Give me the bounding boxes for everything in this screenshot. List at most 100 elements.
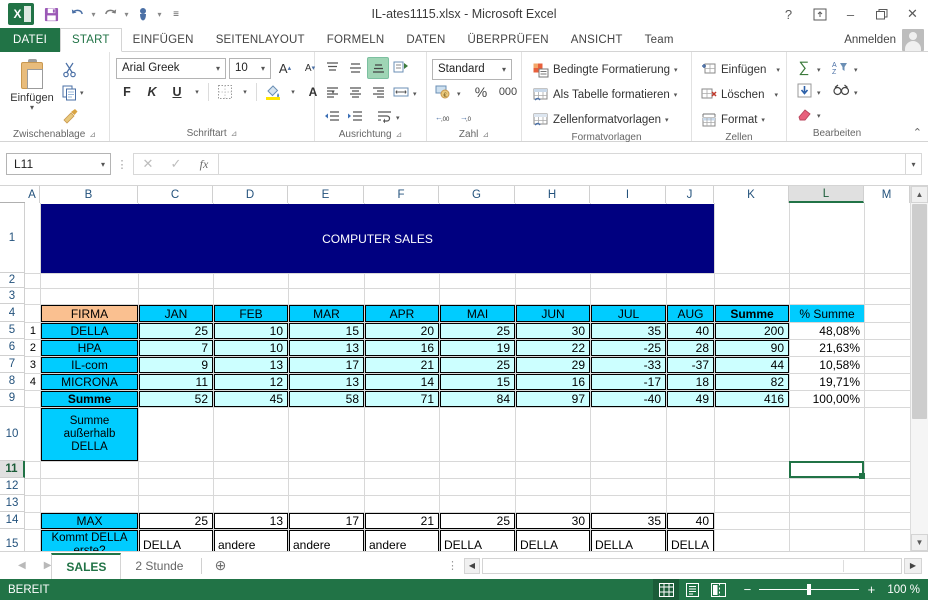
cell-hpa-feb[interactable]: 10 xyxy=(214,340,288,356)
cell-microna-apr[interactable]: 14 xyxy=(365,374,439,390)
column-header-j[interactable]: J xyxy=(666,186,714,203)
zoom-level-label[interactable]: 100 % xyxy=(877,584,920,596)
scroll-down-icon[interactable]: ▼ xyxy=(911,534,928,551)
tab-seitenlayout[interactable]: SEITENLAYOUT xyxy=(205,28,316,52)
font-launcher-icon[interactable]: ⊿ xyxy=(231,129,238,138)
row-header-15[interactable]: 15 xyxy=(0,529,25,551)
align-top-button[interactable] xyxy=(321,57,343,79)
row-header-2[interactable]: 2 xyxy=(0,273,25,288)
cell-microna-mai[interactable]: 15 xyxy=(440,374,515,390)
row-header-1[interactable]: 1 xyxy=(0,203,25,273)
sheet-bar-handle[interactable]: ⋮ xyxy=(447,559,464,572)
cell-pct-il-com[interactable]: 10,58% xyxy=(790,357,864,373)
cell-summe-aug[interactable]: 49 xyxy=(667,391,714,407)
close-icon[interactable]: ✕ xyxy=(897,0,928,28)
cell-pct-della[interactable]: 48,08% xyxy=(790,323,864,339)
merge-dropdown-icon[interactable]: ▾ xyxy=(413,91,417,98)
cell-il-com-jan[interactable]: 9 xyxy=(139,357,213,373)
underline-dropdown-icon[interactable]: ▾ xyxy=(195,88,199,96)
comma-style-button[interactable]: 000 xyxy=(495,81,521,103)
save-icon[interactable] xyxy=(38,1,64,27)
insert-cells-button[interactable]: Einfügen ▾ xyxy=(698,58,783,82)
cell-hpa-jul[interactable]: -25 xyxy=(591,340,666,356)
zoom-in-icon[interactable]: + xyxy=(865,582,877,597)
format-cells-dropdown-icon[interactable]: ▾ xyxy=(761,116,765,124)
normal-view-icon[interactable] xyxy=(653,579,680,600)
tab-team[interactable]: Team xyxy=(634,28,685,52)
header-month-feb[interactable]: FEB xyxy=(214,305,288,322)
cell-first-feb[interactable]: andere xyxy=(214,530,288,551)
vertical-scrollbar[interactable]: ▲ ▼ xyxy=(910,186,928,551)
row-header-14[interactable]: 14 xyxy=(0,512,25,529)
page-layout-icon[interactable] xyxy=(679,579,705,600)
delete-cells-dropdown-icon[interactable]: ▾ xyxy=(774,91,778,99)
cell-first-aug[interactable]: DELLA xyxy=(667,530,714,551)
collapse-ribbon-icon[interactable]: ⌃ xyxy=(913,126,922,139)
banner-computer-sales[interactable]: COMPUTER SALES xyxy=(41,204,714,273)
cell-hpa-aug[interactable]: 28 xyxy=(667,340,714,356)
italic-button[interactable]: K xyxy=(141,81,163,103)
cell-della-apr[interactable]: 20 xyxy=(365,323,439,339)
column-header-c[interactable]: C xyxy=(138,186,213,203)
header-month-jun[interactable]: JUN xyxy=(516,305,590,322)
cell-della-jul[interactable]: 35 xyxy=(591,323,666,339)
sheet-nav-buttons[interactable]: ◀ ▶ xyxy=(0,560,51,571)
sort-filter-dropdown-icon[interactable]: ▾ xyxy=(854,67,858,74)
undo-icon[interactable] xyxy=(64,1,90,27)
cell-microna-jun[interactable]: 16 xyxy=(516,374,590,390)
cell-first-jan[interactable]: DELLA xyxy=(139,530,213,551)
cell-summe-il-com[interactable]: 44 xyxy=(715,357,789,373)
cell-firma-della[interactable]: DELLA xyxy=(41,323,138,339)
clear-dropdown-icon[interactable]: ▾ xyxy=(817,113,821,120)
horizontal-scroll-thumb[interactable] xyxy=(484,559,844,572)
cell-max-feb[interactable]: 13 xyxy=(214,513,288,529)
hscroll-right-icon[interactable]: ▶ xyxy=(904,557,922,574)
cell-summe-jul[interactable]: -40 xyxy=(591,391,666,407)
row-header-6[interactable]: 6 xyxy=(0,339,25,356)
header-month-jul[interactable]: JUL xyxy=(591,305,666,322)
cell-della-jan[interactable]: 25 xyxy=(139,323,213,339)
tab-start[interactable]: START xyxy=(60,28,122,52)
alignment-launcher-icon[interactable]: ⊿ xyxy=(396,130,403,139)
format-cells-button[interactable]: Format ▾ xyxy=(698,108,783,132)
restore-icon[interactable] xyxy=(866,0,897,28)
prev-sheet-icon[interactable]: ◀ xyxy=(18,560,26,571)
cell-microna-aug[interactable]: 18 xyxy=(667,374,714,390)
format-as-table-dropdown-icon[interactable]: ▾ xyxy=(674,91,678,99)
touch-mode-icon[interactable] xyxy=(130,1,156,27)
accounting-format-button[interactable]: € xyxy=(432,81,454,103)
cell-hpa-mai[interactable]: 19 xyxy=(440,340,515,356)
redo-dropdown-icon[interactable]: ▾ xyxy=(123,1,130,27)
copy-dropdown-icon[interactable]: ▾ xyxy=(80,89,84,97)
increase-decimal-button[interactable]: ← ,00 xyxy=(432,105,454,127)
minimize-icon[interactable]: – xyxy=(835,0,866,28)
autosum-dropdown-icon[interactable]: ▾ xyxy=(817,67,821,74)
cell-summe-feb[interactable]: 45 xyxy=(214,391,288,407)
row-header-3[interactable]: 3 xyxy=(0,288,25,304)
cell-della-jun[interactable]: 30 xyxy=(516,323,590,339)
merge-cells-button[interactable] xyxy=(390,81,412,103)
cell-il-com-jul[interactable]: -33 xyxy=(591,357,666,373)
cell-della-feb[interactable]: 10 xyxy=(214,323,288,339)
cell-firma-hpa[interactable]: HPA xyxy=(41,340,138,356)
cell-microna-jul[interactable]: -17 xyxy=(591,374,666,390)
clipboard-launcher-icon[interactable]: ⊿ xyxy=(89,130,96,139)
tab-datei[interactable]: DATEI xyxy=(0,28,61,52)
tab-formeln[interactable]: FORMELN xyxy=(316,28,396,52)
cell-hpa-jan[interactable]: 7 xyxy=(139,340,213,356)
fill-dropdown-icon[interactable]: ▾ xyxy=(817,90,821,97)
cell-first-apr[interactable]: andere xyxy=(365,530,439,551)
cell-summe-mar[interactable]: 58 xyxy=(289,391,364,407)
row-index-1[interactable]: 1 xyxy=(26,323,40,339)
number-launcher-icon[interactable]: ⊿ xyxy=(482,130,489,139)
column-header-i[interactable]: I xyxy=(590,186,666,203)
name-box-dropdown-icon[interactable]: ▾ xyxy=(101,160,108,169)
cell-styles-dropdown-icon[interactable]: ▾ xyxy=(665,116,669,124)
align-center-button[interactable] xyxy=(344,81,366,103)
percent-style-button[interactable]: % xyxy=(470,81,492,103)
row-header-10[interactable]: 10 xyxy=(0,407,25,461)
cell-summe-jan[interactable]: 52 xyxy=(139,391,213,407)
borders-button[interactable] xyxy=(214,81,236,103)
copy-button[interactable]: ▾ xyxy=(60,82,86,104)
cell-il-com-mai[interactable]: 25 xyxy=(440,357,515,373)
